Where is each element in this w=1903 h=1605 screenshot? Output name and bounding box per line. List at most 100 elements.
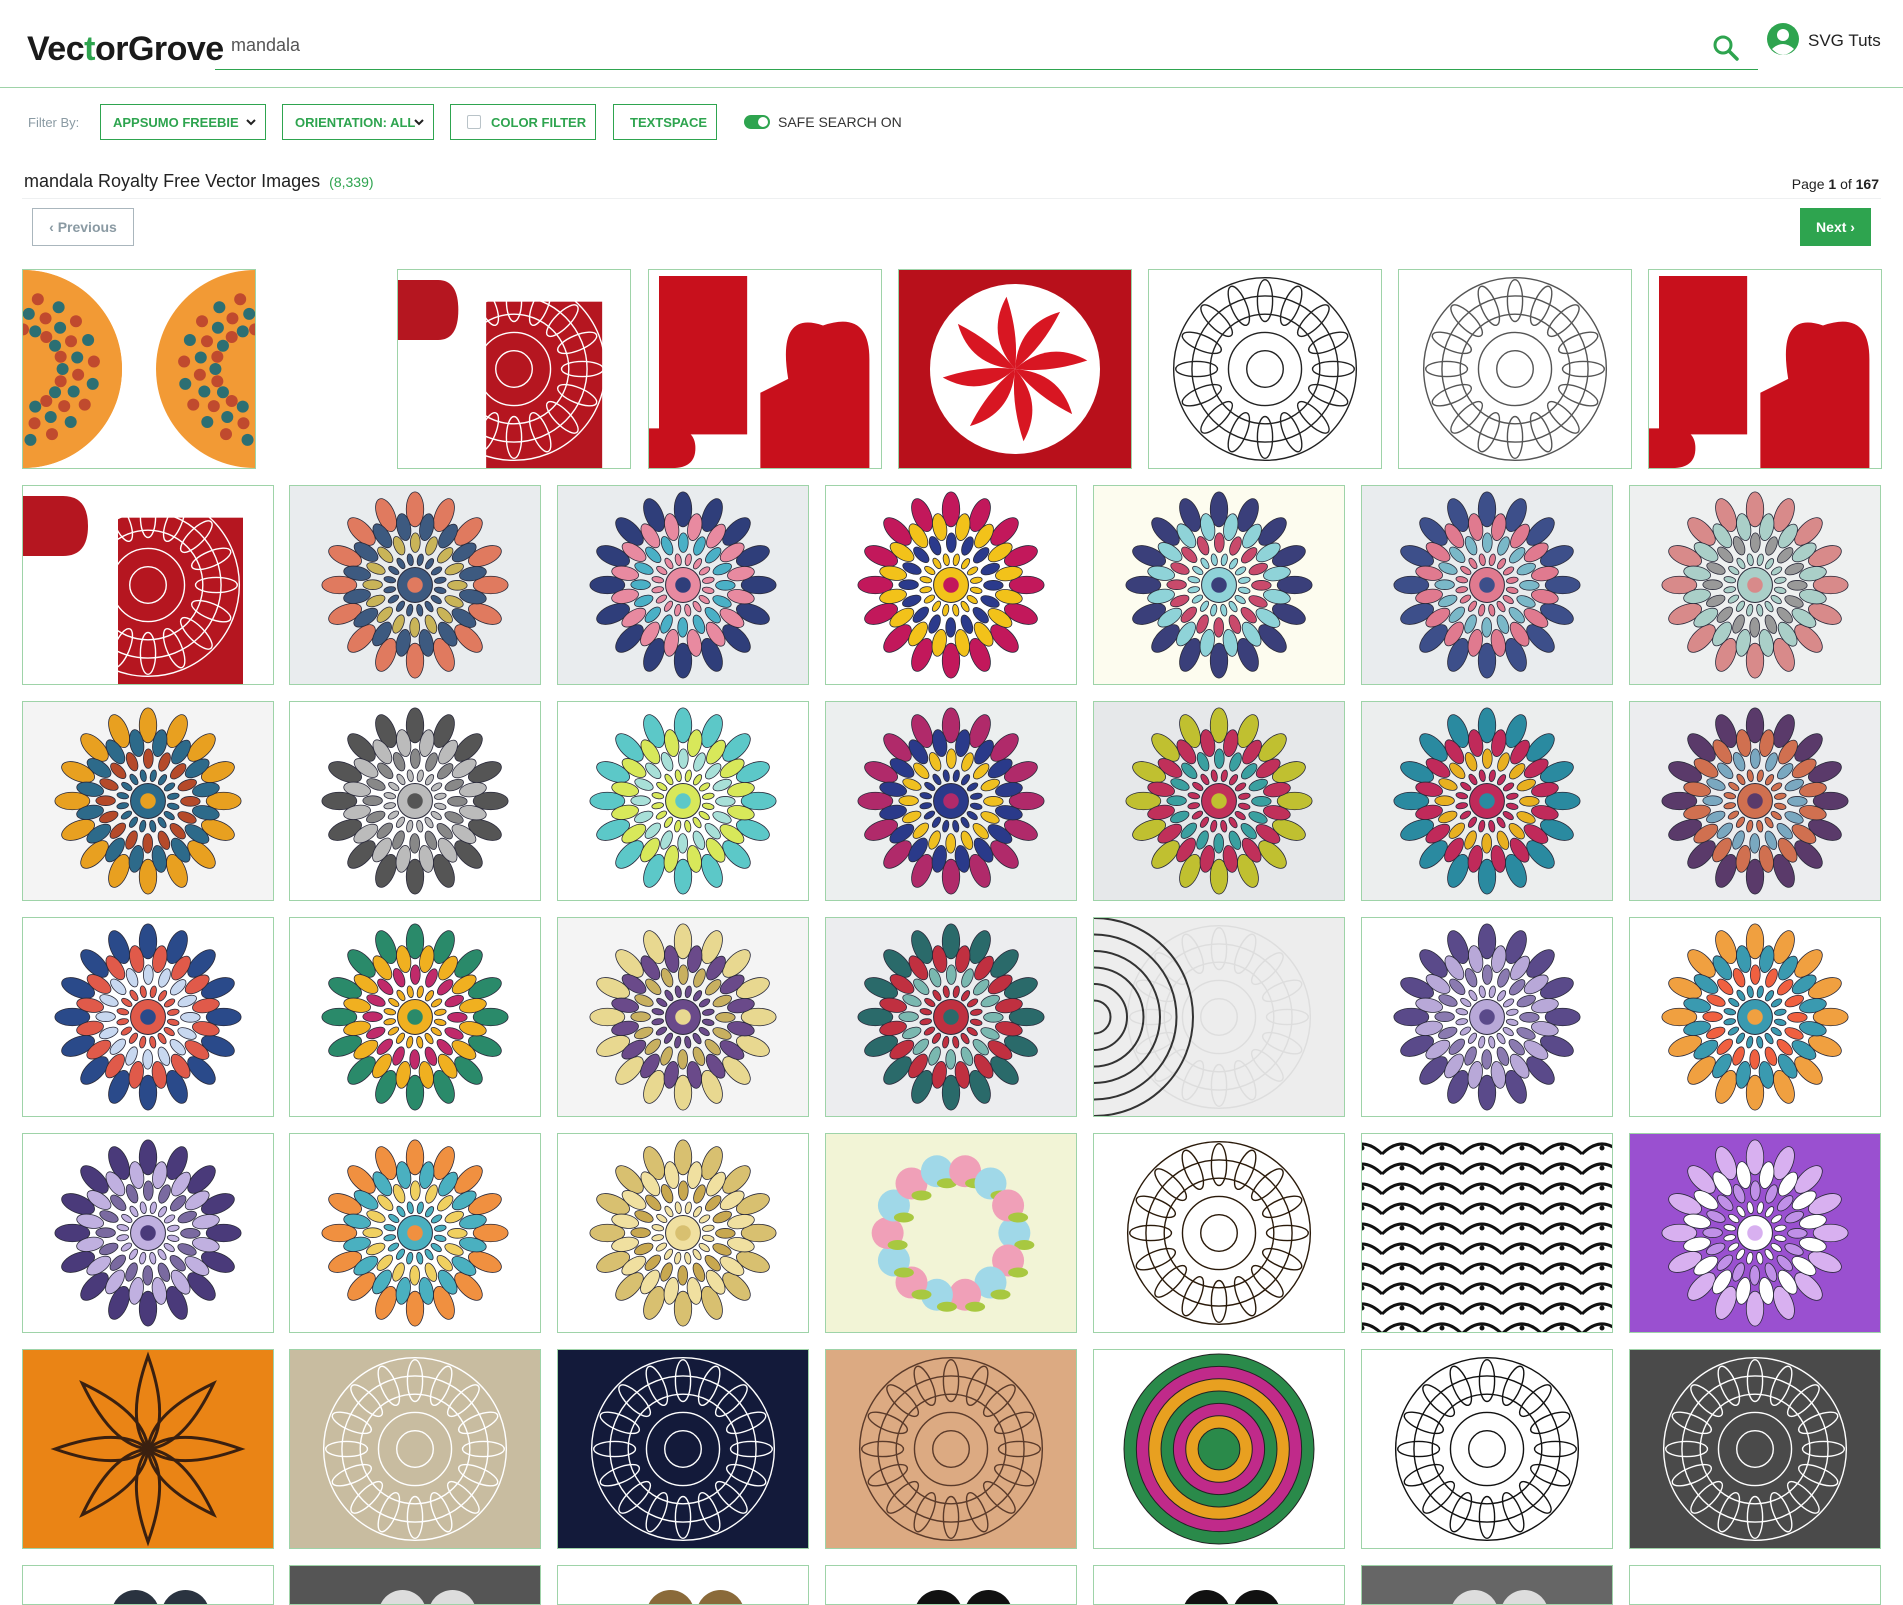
result-thumb-39[interactable] [825,1349,1077,1549]
result-thumb-23[interactable] [289,917,541,1117]
color-filter-button[interactable]: COLOR FILTER [450,104,596,140]
next-page-button[interactable]: Next › [1800,208,1871,246]
result-thumb-38[interactable] [557,1349,809,1549]
site-logo[interactable]: VectorGrove [27,30,224,69]
result-thumb-4[interactable] [898,269,1132,469]
safe-search-toggle[interactable]: SAFE SEARCH ON [744,114,902,130]
thumbnail-image [857,491,1045,679]
result-thumb-48[interactable] [1361,1565,1613,1605]
thumbnail-image [1094,918,1312,1116]
result-thumb-10[interactable] [557,485,809,685]
result-thumb-17[interactable] [557,701,809,901]
thumbnail-image [1394,1356,1580,1542]
search-bar [215,24,1758,70]
thumbnail-image [398,276,607,468]
result-thumb-6[interactable] [1398,269,1632,469]
result-thumb-8[interactable] [22,485,274,685]
result-thumb-49[interactable] [1629,1565,1881,1605]
result-thumb-1[interactable] [22,269,256,469]
thumbnail-image [380,1590,475,1604]
chevron-down-icon [413,115,425,132]
result-thumb-45[interactable] [557,1565,809,1605]
thumbnail-image [321,491,509,679]
thumbnail-image [1362,1142,1612,1332]
results-count: (8,339) [329,174,374,190]
result-thumb-7[interactable] [1648,269,1882,469]
result-thumb-9[interactable] [289,485,541,685]
result-thumb-42[interactable] [1629,1349,1881,1549]
result-thumb-27[interactable] [1361,917,1613,1117]
result-thumb-40[interactable] [1093,1349,1345,1549]
result-thumb-43[interactable] [22,1565,274,1605]
result-thumb-24[interactable] [557,917,809,1117]
result-thumb-20[interactable] [1361,701,1613,901]
chevron-down-icon [245,115,257,132]
result-thumb-18[interactable] [825,701,1077,901]
filter-label: Filter By: [28,115,80,130]
page-total: 167 [1855,176,1879,192]
result-thumb-33[interactable] [1093,1133,1345,1333]
result-thumb-5[interactable] [1148,269,1382,469]
result-thumb-44[interactable] [289,1565,541,1605]
toggle-switch[interactable] [744,115,770,129]
textspace-button[interactable]: TEXTSPACE [613,104,717,140]
result-thumb-32[interactable] [825,1133,1077,1333]
orientation-filter-select[interactable]: ORIENTATION: ALL [282,104,434,140]
thumbnail-image [1125,707,1313,895]
thumbnail-image [1661,707,1849,895]
result-thumb-31[interactable] [557,1133,809,1333]
result-thumb-13[interactable] [1361,485,1613,685]
result-thumb-30[interactable] [289,1133,541,1333]
user-menu[interactable]: SVG Tuts [1766,22,1881,58]
thumbnail-image [1661,923,1849,1111]
search-input[interactable] [215,24,1695,66]
color-filter-checkbox[interactable] [467,115,481,129]
result-thumb-37[interactable] [289,1349,541,1549]
result-thumb-15[interactable] [22,701,274,901]
result-thumb-35[interactable] [1629,1133,1881,1333]
thumbnail-image [649,276,870,468]
result-thumb-29[interactable] [22,1133,274,1333]
search-icon[interactable] [1710,32,1742,64]
thumbnail-image [322,1356,508,1542]
page-prefix: Page [1791,176,1825,192]
result-thumb-46[interactable] [825,1565,1077,1605]
thumbnail-image [1393,707,1581,895]
result-thumb-28[interactable] [1629,917,1881,1117]
result-thumb-25[interactable] [825,917,1077,1117]
result-thumb-41[interactable] [1361,1349,1613,1549]
result-thumb-21[interactable] [1629,701,1881,901]
thumbnail-image [113,1590,208,1604]
result-thumb-12[interactable] [1093,485,1345,685]
thumbnail-image [1661,1139,1849,1327]
result-thumb-36[interactable] [22,1349,274,1549]
result-thumb-2[interactable] [397,269,631,469]
result-thumb-19[interactable] [1093,701,1345,901]
appsumo-filter-select[interactable]: APPSUMO FREEBIE [100,104,266,140]
result-thumb-22[interactable] [22,917,274,1117]
thumbnail-image [321,923,509,1111]
previous-page-button[interactable]: ‹ Previous [32,208,134,246]
color-filter-label: COLOR FILTER [491,114,587,130]
result-thumb-47[interactable] [1093,1565,1345,1605]
result-thumb-34[interactable] [1361,1133,1613,1333]
appsumo-filter-label: APPSUMO FREEBIE [113,114,239,130]
thumbnail-image [589,707,777,895]
result-thumb-3[interactable] [648,269,882,469]
filter-bar: Filter By: APPSUMO FREEBIE ORIENTATION: … [0,104,1903,142]
thumbnail-image [589,923,777,1111]
page-indicator: Page 1 of 167 [1792,176,1879,192]
thumbnail-image [321,1139,509,1327]
thumbnail-image [50,1351,246,1547]
result-thumb-14[interactable] [1629,485,1881,685]
result-thumb-16[interactable] [289,701,541,901]
thumbnail-image [871,1155,1035,1312]
thumbnail-image [648,1590,743,1604]
thumbnail-image [1649,276,1870,468]
result-thumb-11[interactable] [825,485,1077,685]
thumbnail-image [23,270,255,468]
divider [22,198,1881,199]
result-thumb-26[interactable] [1093,917,1345,1117]
results-title: mandala Royalty Free Vector Images [24,171,321,191]
thumbnail-image [589,1139,777,1327]
